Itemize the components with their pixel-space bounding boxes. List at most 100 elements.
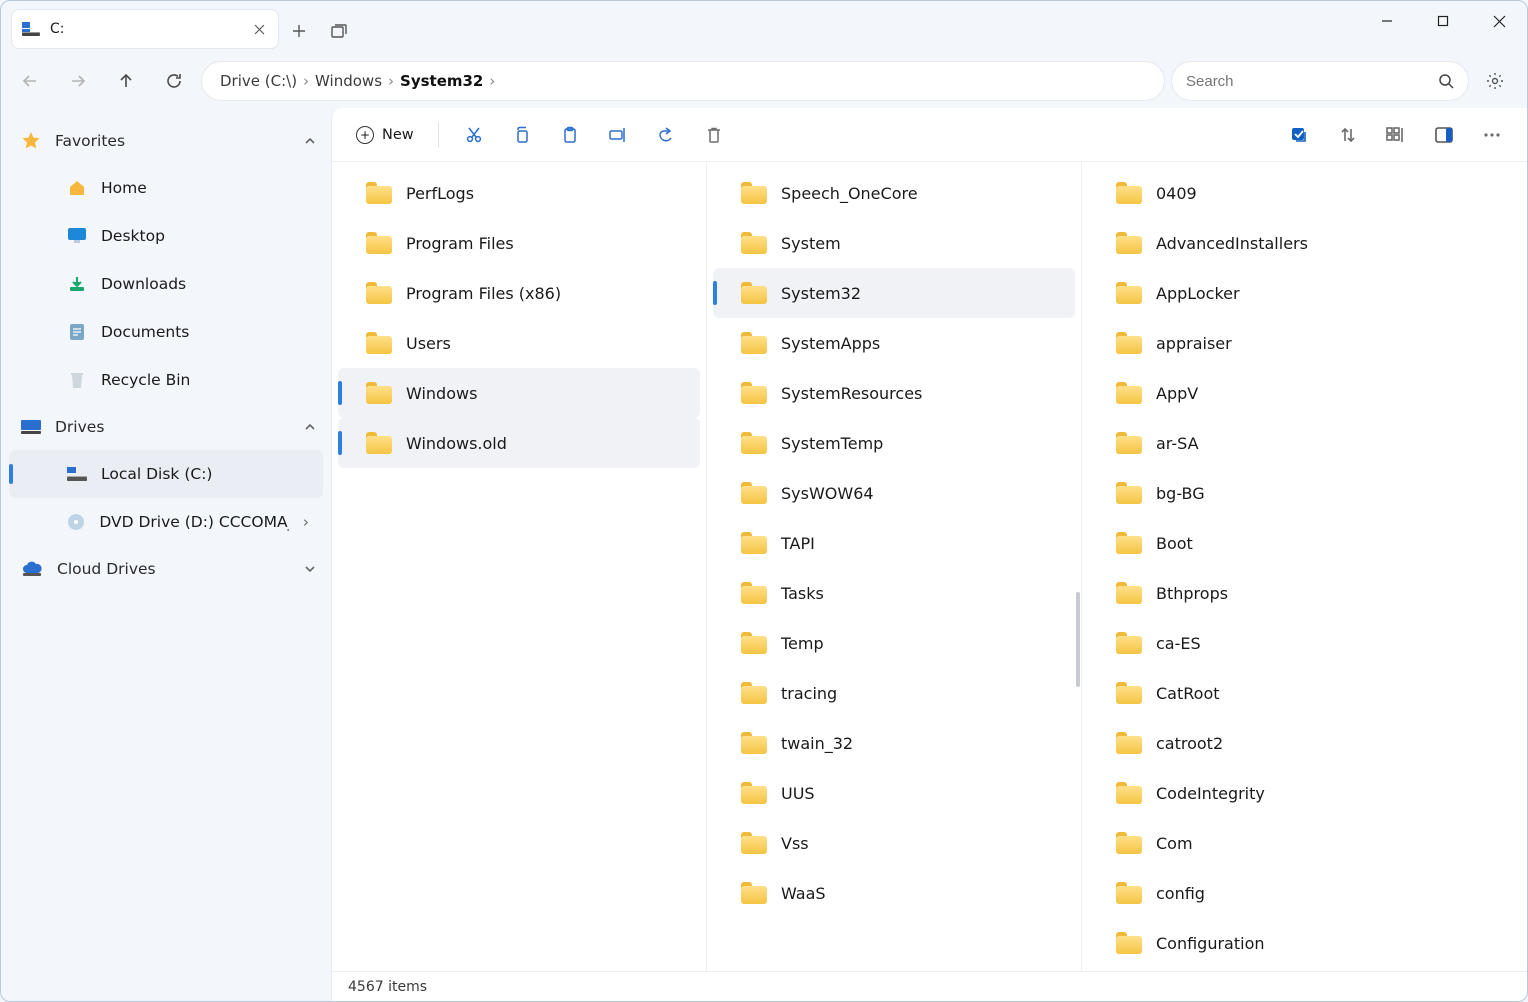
folder-item[interactable]: CatRoot [1088, 668, 1521, 718]
folder-icon [1116, 682, 1142, 704]
column-pane[interactable]: PerfLogs Program Files Program Files (x86)… [332, 162, 707, 971]
folder-item[interactable]: bg-BG [1088, 468, 1521, 518]
folder-item[interactable]: Configuration [1088, 918, 1521, 968]
maximize-button[interactable] [1415, 1, 1471, 41]
folder-item[interactable]: System [713, 218, 1075, 268]
folder-item[interactable]: SystemResources [713, 368, 1075, 418]
folder-item[interactable]: SystemApps [713, 318, 1075, 368]
close-window-button[interactable] [1471, 1, 1527, 41]
folder-item[interactable]: appraiser [1088, 318, 1521, 368]
share-button[interactable] [645, 116, 687, 154]
close-tab-icon[interactable] [248, 18, 270, 40]
folder-item[interactable]: CodeIntegrity [1088, 768, 1521, 818]
sidebar-item-home[interactable]: Home [9, 164, 323, 212]
desktop-icon [67, 228, 87, 244]
folder-item[interactable]: TAPI [713, 518, 1075, 568]
folder-item[interactable]: tracing [713, 668, 1075, 718]
documents-icon [67, 323, 87, 341]
folder-item[interactable]: Vss [713, 818, 1075, 868]
plus-circle-icon: + [356, 126, 374, 144]
paste-button[interactable] [549, 116, 591, 154]
folder-icon [1116, 882, 1142, 904]
folder-item[interactable]: AdvancedInstallers [1088, 218, 1521, 268]
column-pane[interactable]: 0409AdvancedInstallersAppLockerappraiser… [1082, 162, 1527, 971]
folder-icon [741, 382, 767, 404]
folder-icon [1116, 182, 1142, 204]
up-button[interactable] [105, 61, 147, 101]
sidebar-section-favorites[interactable]: Favorites [1, 118, 331, 164]
folder-item[interactable]: catroot2 [1088, 718, 1521, 768]
folder-item[interactable]: Program Files [338, 218, 700, 268]
more-button[interactable] [1471, 116, 1513, 154]
folder-item[interactable]: System32 [713, 268, 1075, 318]
breadcrumb-segment[interactable]: Drive (C:\) [216, 70, 301, 92]
folder-icon [1116, 282, 1142, 304]
sidebar-item-downloads[interactable]: Downloads [9, 260, 323, 308]
folder-item[interactable]: 0409 [1088, 168, 1521, 218]
sort-button[interactable] [1327, 116, 1369, 154]
folder-label: SystemTemp [781, 434, 883, 453]
folder-icon [1116, 732, 1142, 754]
sidebar-item-dvd-drive-d[interactable]: DVD Drive (D:) CCCOMA_X › [9, 498, 323, 546]
folder-label: Program Files [406, 234, 514, 253]
folder-item[interactable]: WaaS [713, 868, 1075, 918]
folder-label: SystemApps [781, 334, 880, 353]
sidebar-item-local-disk-c[interactable]: Local Disk (C:) [9, 450, 323, 498]
folder-item[interactable]: Windows.old [338, 418, 700, 468]
folder-item[interactable]: Speech_OneCore [713, 168, 1075, 218]
folder-item[interactable]: PerfLogs [338, 168, 700, 218]
folder-item[interactable]: SysWOW64 [713, 468, 1075, 518]
sidebar-section-cloud-drives[interactable]: Cloud Drives [1, 546, 331, 592]
preview-pane-button[interactable] [1423, 116, 1465, 154]
titlebar: C: [1, 1, 1527, 53]
sidebar-section-drives[interactable]: Drives [1, 404, 331, 450]
search-box[interactable] [1171, 61, 1469, 101]
folder-item[interactable]: AppLocker [1088, 268, 1521, 318]
folder-item[interactable]: Bthprops [1088, 568, 1521, 618]
browser-tab[interactable]: C: [11, 9, 279, 49]
sidebar-item-documents[interactable]: Documents [9, 308, 323, 356]
folder-item[interactable]: UUS [713, 768, 1075, 818]
refresh-button[interactable] [153, 61, 195, 101]
folder-item[interactable]: Com [1088, 818, 1521, 868]
folder-icon [741, 782, 767, 804]
folder-item[interactable]: Windows [338, 368, 700, 418]
search-icon [1438, 73, 1454, 89]
folder-item[interactable]: Users [338, 318, 700, 368]
folder-item[interactable]: Tasks [713, 568, 1075, 618]
rename-button[interactable] [597, 116, 639, 154]
back-button[interactable] [9, 61, 51, 101]
address-bar[interactable]: Drive (C:\) › Windows › System32 › [201, 61, 1165, 101]
copy-button[interactable] [501, 116, 543, 154]
layout-button[interactable] [1375, 116, 1417, 154]
new-tab-button[interactable] [279, 9, 319, 53]
tab-overview-button[interactable] [319, 9, 359, 53]
folder-item[interactable]: twain_32 [713, 718, 1075, 768]
folder-icon [1116, 782, 1142, 804]
sidebar-item-recycle-bin[interactable]: Recycle Bin [9, 356, 323, 404]
search-input[interactable] [1186, 73, 1428, 90]
folder-item[interactable]: SystemTemp [713, 418, 1075, 468]
delete-button[interactable] [693, 116, 735, 154]
sidebar-item-desktop[interactable]: Desktop [9, 212, 323, 260]
folder-label: WaaS [781, 884, 826, 903]
minimize-button[interactable] [1359, 1, 1415, 41]
folder-item[interactable]: Boot [1088, 518, 1521, 568]
forward-button[interactable] [57, 61, 99, 101]
column-pane[interactable]: Speech_OneCoreSystemSystem32 SystemApps Sy… [707, 162, 1082, 971]
folder-icon [366, 332, 392, 354]
cut-button[interactable] [453, 116, 495, 154]
chevron-down-icon [303, 562, 317, 576]
breadcrumb-segment[interactable]: System32 [396, 70, 487, 92]
breadcrumb-segment[interactable]: Windows [311, 70, 386, 92]
folder-item[interactable]: AppV [1088, 368, 1521, 418]
columns-view: PerfLogs Program Files Program Files (x86)… [332, 162, 1527, 971]
folder-item[interactable]: config [1088, 868, 1521, 918]
select-button[interactable] [1279, 116, 1321, 154]
folder-item[interactable]: ar-SA [1088, 418, 1521, 468]
folder-item[interactable]: ca-ES [1088, 618, 1521, 668]
folder-item[interactable]: Temp [713, 618, 1075, 668]
new-button[interactable]: + New [346, 120, 424, 150]
folder-item[interactable]: Program Files (x86) [338, 268, 700, 318]
settings-button[interactable] [1475, 61, 1515, 101]
